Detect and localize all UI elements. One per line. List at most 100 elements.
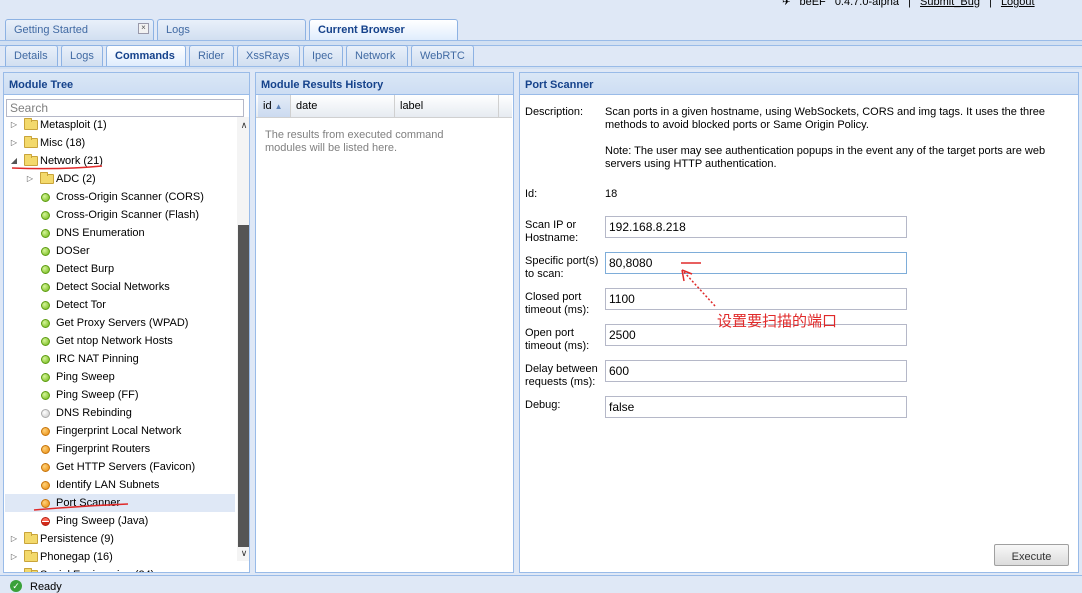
execute-button[interactable]: Execute (994, 544, 1069, 566)
submit-bug-link[interactable]: Submit_Bug (920, 0, 980, 8)
tab-getting-started[interactable]: Getting Started × (5, 19, 154, 41)
status-green-icon (41, 373, 50, 382)
tree-folder[interactable]: ▷ ADC (2) (5, 170, 235, 188)
tree-item-label: Phonegap (16) (40, 551, 113, 563)
tree-module[interactable]: Cross-Origin Scanner (CORS) (5, 188, 235, 206)
tree-folder[interactable]: ▷ Persistence (9) (5, 530, 235, 548)
tree-module[interactable]: Port Scanner (5, 494, 235, 512)
delay-label: Delay between requests (ms): (525, 363, 598, 388)
tree-folder[interactable]: ▷ Social Engineering (24) (5, 566, 235, 572)
scrollbar-thumb[interactable] (238, 225, 249, 547)
closed-timeout-input[interactable] (605, 288, 907, 310)
status-orange-icon (41, 427, 50, 436)
tab-label: Rider (198, 50, 225, 62)
tab-label: Getting Started (14, 24, 88, 36)
folder-icon (24, 532, 38, 544)
tree-item-label: Identify LAN Subnets (56, 479, 160, 491)
tree-module[interactable]: Detect Social Networks (5, 278, 235, 296)
beef-logo-icon: ✈ (782, 0, 791, 8)
tree-module[interactable]: DNS Rebinding (5, 404, 235, 422)
annotation-text: 设置要扫描的端口 (717, 312, 838, 330)
tab-network[interactable]: Network (346, 45, 408, 67)
close-icon[interactable]: × (138, 23, 149, 34)
tree-module[interactable]: Cross-Origin Scanner (Flash) (5, 206, 235, 224)
status-green-icon (41, 319, 50, 328)
column-label-header[interactable]: label (395, 95, 499, 117)
tree-module[interactable]: Ping Sweep (Java) (5, 512, 235, 530)
tree-folder[interactable]: ▷ Metasploit (1) (5, 116, 235, 134)
tree-scrollbar[interactable]: ∧ ∨ (237, 117, 249, 561)
collapsed-arrow-icon[interactable]: ▷ (9, 566, 19, 572)
tab-ipec[interactable]: Ipec (303, 45, 343, 67)
tab-details[interactable]: Details (5, 45, 58, 67)
column-date[interactable]: date (291, 95, 395, 117)
tree-item-label: Persistence (9) (40, 533, 114, 545)
collapsed-arrow-icon[interactable]: ▷ (9, 116, 19, 134)
ports-label: Specific port(s) to scan: (525, 255, 599, 280)
tree-module[interactable]: Identify LAN Subnets (5, 476, 235, 494)
tree-item-label: Cross-Origin Scanner (CORS) (56, 191, 204, 203)
collapsed-arrow-icon[interactable]: ▷ (25, 170, 35, 188)
description-label: Description: (525, 106, 584, 118)
status-red-icon (41, 517, 50, 526)
tree-folder[interactable]: ▷ Phonegap (16) (5, 548, 235, 566)
results-grid-header: id ▲ date label (256, 95, 512, 118)
module-tree-panel: Module Tree ▷ Metasploit (1) ▷ Misc (18) ◢ Ne… (3, 72, 250, 573)
tree-module[interactable]: Detect Tor (5, 296, 235, 314)
tab-label: Commands (115, 50, 175, 62)
tree-module[interactable]: DOSer (5, 242, 235, 260)
scroll-up-icon[interactable]: ∧ (238, 119, 249, 131)
results-history-panel: Module Results History id ▲ date label T… (255, 72, 514, 573)
collapsed-arrow-icon[interactable]: ▷ (9, 548, 19, 566)
tree-module[interactable]: Ping Sweep (FF) (5, 386, 235, 404)
status-green-icon (41, 211, 50, 220)
logout-link[interactable]: Logout (1001, 0, 1035, 8)
tree-folder[interactable]: ▷ Misc (18) (5, 134, 235, 152)
tab-webrtc[interactable]: WebRTC (411, 45, 474, 67)
separator: | (908, 0, 911, 8)
tree-module[interactable]: Fingerprint Local Network (5, 422, 235, 440)
tree-item-label: DOSer (56, 245, 90, 257)
tree-item-label: Port Scanner (56, 497, 121, 509)
debug-input[interactable] (605, 396, 907, 418)
tree-module[interactable]: Ping Sweep (5, 368, 235, 386)
status-orange-icon (41, 463, 50, 472)
tree-item-label: Detect Burp (56, 263, 115, 275)
closed-timeout-label: Closed port timeout (ms): (525, 291, 590, 316)
tree-item-label: Misc (18) (40, 137, 86, 149)
top-links: ✈ beEF 0.4.7.0-alpha | Submit_Bug | Logo… (782, 0, 1035, 8)
tree-module[interactable]: IRC NAT Pinning (5, 350, 235, 368)
tree-item-label: Metasploit (1) (40, 119, 107, 131)
folder-icon (24, 550, 38, 562)
status-green-icon (41, 247, 50, 256)
tab-label: WebRTC (420, 50, 465, 62)
collapsed-arrow-icon[interactable]: ▷ (9, 134, 19, 152)
description-text: Scan ports in a given hostname, using We… (605, 106, 1046, 131)
folder-icon (24, 136, 38, 148)
tab-logs[interactable]: Logs (157, 19, 306, 41)
tab-sub-logs[interactable]: Logs (61, 45, 103, 67)
ports-input[interactable] (605, 252, 907, 274)
tree-module[interactable]: DNS Enumeration (5, 224, 235, 242)
collapsed-arrow-icon[interactable]: ▷ (9, 530, 19, 548)
tree-module[interactable]: Fingerprint Routers (5, 440, 235, 458)
tab-commands[interactable]: Commands (106, 45, 186, 67)
tab-label: Logs (166, 24, 190, 36)
column-id[interactable]: id ▲ (258, 95, 291, 117)
column-label: id (263, 100, 272, 112)
tab-current-browser[interactable]: Current Browser (309, 19, 458, 41)
expanded-arrow-icon[interactable]: ◢ (9, 152, 19, 170)
tree-folder[interactable]: ◢ Network (21) (5, 152, 235, 170)
tab-label: Details (14, 50, 48, 62)
scan-host-input[interactable] (605, 216, 907, 238)
tab-xssrays[interactable]: XssRays (237, 45, 300, 67)
tree-item-label: Ping Sweep (FF) (56, 389, 139, 401)
tree-module[interactable]: Detect Burp (5, 260, 235, 278)
tree-module[interactable]: Get HTTP Servers (Favicon) (5, 458, 235, 476)
search-input[interactable] (6, 99, 244, 117)
tab-rider[interactable]: Rider (189, 45, 234, 67)
scroll-down-icon[interactable]: ∨ (238, 547, 249, 559)
tree-module[interactable]: Get ntop Network Hosts (5, 332, 235, 350)
tree-module[interactable]: Get Proxy Servers (WPAD) (5, 314, 235, 332)
delay-input[interactable] (605, 360, 907, 382)
